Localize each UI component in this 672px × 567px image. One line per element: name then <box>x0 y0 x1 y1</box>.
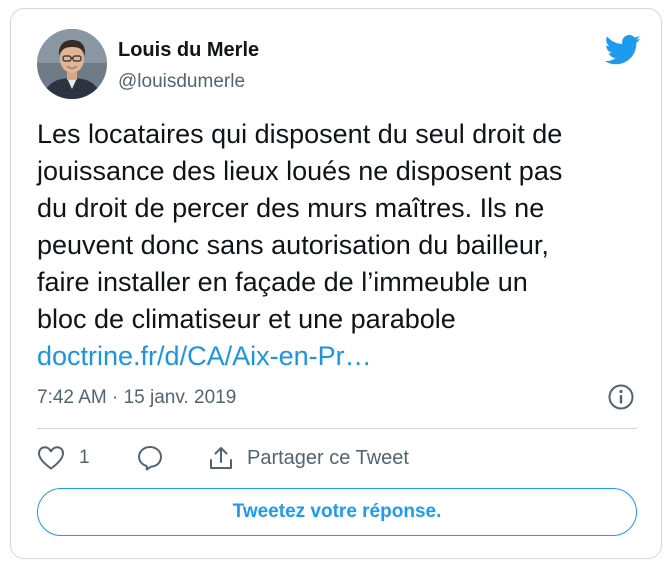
twitter-bird-icon[interactable] <box>604 35 641 65</box>
share-button[interactable]: Partager ce Tweet <box>207 441 409 475</box>
profile-photo-icon <box>37 29 107 99</box>
author-name[interactable]: Louis du Merle <box>118 39 259 62</box>
tweet-timestamp[interactable]: 7:42 AM · 15 janv. 2019 <box>37 387 236 409</box>
tweet-card: Louis du Merle @louisdumerle Les locatai… <box>10 8 662 559</box>
divider <box>37 428 637 429</box>
reply-button[interactable] <box>136 441 164 475</box>
speech-bubble-icon <box>138 446 162 471</box>
share-icon <box>210 447 232 469</box>
heart-icon <box>38 446 64 470</box>
avatar[interactable] <box>37 29 107 99</box>
like-button[interactable]: 1 <box>37 441 90 475</box>
author-handle[interactable]: @louisdumerle <box>118 71 245 93</box>
info-icon[interactable] <box>606 382 636 412</box>
tweet-reply-button[interactable]: Tweetez votre réponse. <box>37 488 637 536</box>
like-count: 1 <box>79 447 90 468</box>
share-label: Partager ce Tweet <box>247 446 409 469</box>
tweet-link[interactable]: doctrine.fr/d/CA/Aix-en-Pr… <box>37 338 372 375</box>
tweet-text: Les locataires qui disposent du seul dro… <box>37 119 563 334</box>
